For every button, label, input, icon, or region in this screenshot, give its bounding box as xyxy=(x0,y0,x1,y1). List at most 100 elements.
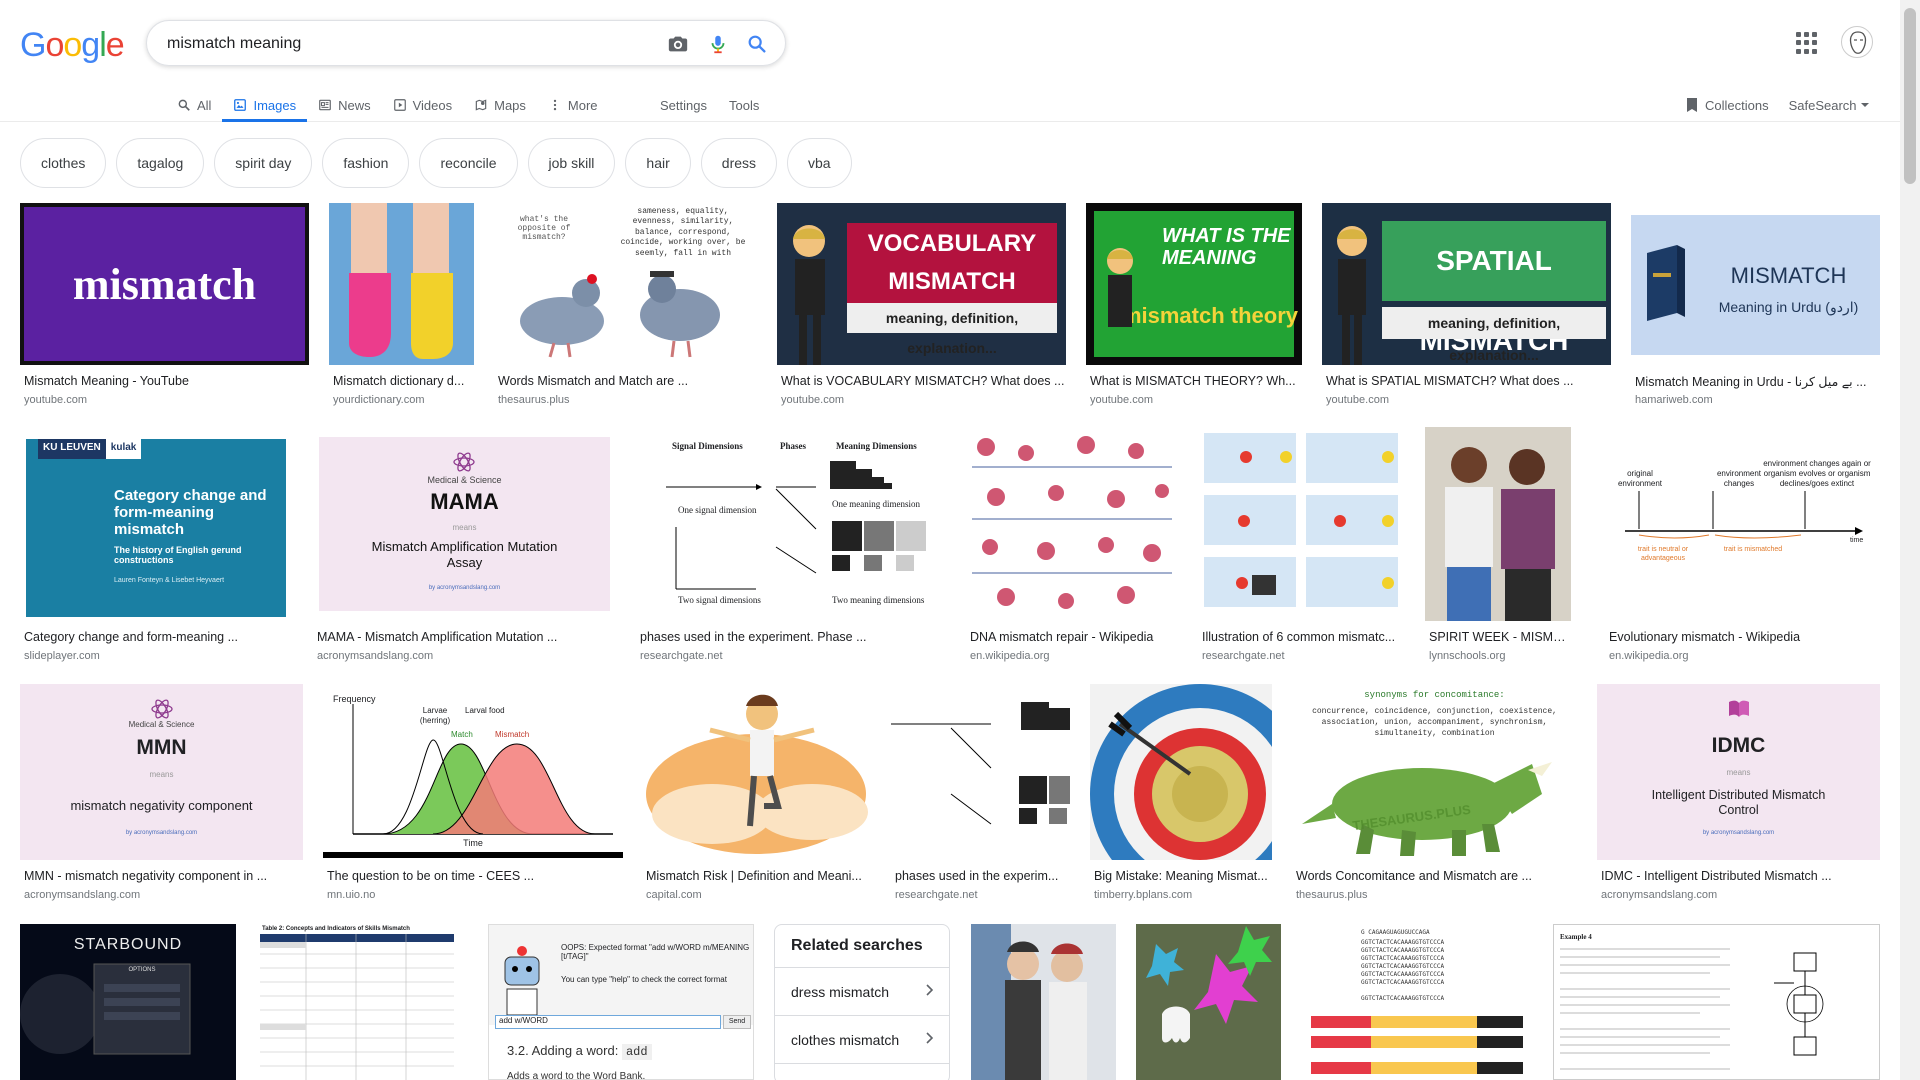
tab-maps[interactable]: Maps xyxy=(463,88,537,122)
result-caption[interactable]: Big Mistake: Meaning Mismat... xyxy=(1094,869,1272,883)
thumb-text: STARBOUND xyxy=(73,936,183,953)
result-caption[interactable]: IDMC - Intelligent Distributed Mismatch … xyxy=(1601,869,1880,883)
result-caption[interactable]: MMN - mismatch negativity component in .… xyxy=(24,869,303,883)
tab-images[interactable]: Images xyxy=(222,88,307,122)
result-caption[interactable]: Mismatch Meaning - YouTube xyxy=(24,374,309,388)
image-result[interactable]: Table 2: Concepts and Indicators of Skil… xyxy=(256,924,458,1080)
image-result[interactable]: KU LEUVEN kulak Category change and form… xyxy=(20,427,293,667)
result-caption[interactable]: Mismatch dictionary d... xyxy=(333,374,473,388)
thumb-heading: 3.2. Adding a word: xyxy=(507,1043,619,1058)
result-caption[interactable]: Words Concomitance and Mismatch are ... xyxy=(1296,869,1577,883)
image-result[interactable]: Example 4 xyxy=(1553,924,1880,1080)
search-input[interactable] xyxy=(167,33,637,55)
avatar[interactable] xyxy=(1841,26,1873,58)
search-icon[interactable] xyxy=(746,33,768,55)
image-result[interactable]: Big Mistake: Meaning Mismat... timberry.… xyxy=(1090,684,1272,904)
result-caption[interactable]: phases used in the experiment. Phase ... xyxy=(640,630,946,644)
related-search-item[interactable]: clothes mismatch xyxy=(775,1015,949,1063)
chip[interactable]: dress xyxy=(700,138,778,188)
result-source: youtube.com xyxy=(1090,394,1153,406)
chip[interactable]: vba xyxy=(787,138,852,188)
image-result[interactable]: what's the opposite of mismatch? samenes… xyxy=(494,203,757,413)
image-result[interactable]: OOPS: Expected format "add w/WORD m/MEAN… xyxy=(488,924,754,1080)
thumb-means: means xyxy=(452,523,477,532)
scrollbar-thumb[interactable] xyxy=(1904,8,1916,184)
tab-label: Images xyxy=(253,97,297,113)
tab-more[interactable]: More xyxy=(537,88,609,122)
result-caption[interactable]: Category change and form-meaning ... xyxy=(24,630,293,644)
image-result[interactable]: SPIRIT WEEK - MISMAT... lynnschools.org xyxy=(1425,427,1571,667)
refinement-chips: clothes tagalog spirit day fashion recon… xyxy=(20,138,852,188)
result-caption[interactable]: Illustration of 6 common mismatc... xyxy=(1202,630,1405,644)
image-result[interactable]: synonyms for concomitance: concurrence, … xyxy=(1292,684,1577,904)
image-result[interactable] xyxy=(971,924,1116,1080)
image-result[interactable]: Medical & Science MMN means mismatch neg… xyxy=(20,684,303,904)
image-result[interactable]: IDMC means Intelligent Distributed Misma… xyxy=(1597,684,1880,904)
image-result[interactable]: Frequency Larvae (herring) Larval food M… xyxy=(323,684,623,904)
image-result[interactable]: Medical & Science MAMA means Mismatch Am… xyxy=(313,427,616,667)
image-result[interactable]: MISMATCH Meaning in Urdu (اردو) Mismatch… xyxy=(1631,203,1880,413)
thumb-text-2: sameness, equality, evenness, similarity… xyxy=(620,207,746,258)
chip[interactable]: job skill xyxy=(527,138,616,188)
collections-button[interactable]: Collections xyxy=(1685,97,1769,113)
chip[interactable]: clothes xyxy=(20,138,107,188)
google-logo[interactable]: Google xyxy=(20,26,125,65)
chip[interactable]: tagalog xyxy=(116,138,205,188)
image-result[interactable]: DNA mismatch repair - Wikipedia en.wikip… xyxy=(966,427,1178,667)
image-result[interactable]: phases used in the experim... researchga… xyxy=(891,684,1070,904)
image-result[interactable]: SPATIAL MISMATCH meaning, definition, ex… xyxy=(1322,203,1611,413)
result-caption[interactable]: Mismatch Meaning in Urdu - بے میل کرنا .… xyxy=(1635,374,1880,389)
google-apps-icon[interactable] xyxy=(1796,32,1818,54)
tools-link[interactable]: Tools xyxy=(729,98,759,113)
image-result[interactable]: VOCABULARY MISMATCH meaning, definition,… xyxy=(777,203,1066,413)
tab-videos[interactable]: Videos xyxy=(382,88,464,122)
svg-text:GGTCTACTCACAAAGGTGTCCCA: GGTCTACTCACAAAGGTGTCCCA xyxy=(1361,971,1444,978)
result-caption[interactable]: What is MISMATCH THEORY? Wh... xyxy=(1090,374,1302,388)
thumb-text-2: The history of English gerund constructi… xyxy=(114,545,242,565)
chevron-right-icon xyxy=(926,1032,934,1044)
result-source: thesaurus.plus xyxy=(498,394,570,406)
result-caption[interactable]: What is SPATIAL MISMATCH? What does ... xyxy=(1326,374,1611,388)
image-result[interactable]: original environment environment changes… xyxy=(1605,427,1880,667)
result-caption[interactable]: Mismatch Risk | Definition and Meani... xyxy=(646,869,871,883)
image-result[interactable]: mismatch Mismatch Meaning - YouTube yout… xyxy=(20,203,309,413)
related-search-item[interactable] xyxy=(775,1063,949,1080)
thumb-text: mismatch xyxy=(72,259,257,309)
result-caption[interactable]: What is VOCABULARY MISMATCH? What does .… xyxy=(781,374,1066,388)
dartboard-illustration xyxy=(1090,684,1272,860)
students-photo xyxy=(1425,427,1571,621)
image-result[interactable]: Mismatch Risk | Definition and Meani... … xyxy=(642,684,871,904)
image-result[interactable]: STARBOUND OPTIONS xyxy=(20,924,236,1080)
chip[interactable]: reconcile xyxy=(419,138,518,188)
result-caption[interactable]: DNA mismatch repair - Wikipedia xyxy=(970,630,1178,644)
image-result[interactable]: Illustration of 6 common mismatc... rese… xyxy=(1198,427,1405,667)
safesearch-dropdown[interactable]: SafeSearch xyxy=(1789,98,1870,113)
camera-icon[interactable] xyxy=(667,33,689,55)
pigeons-illustration xyxy=(520,271,720,358)
result-caption[interactable]: MAMA - Mismatch Amplification Mutation .… xyxy=(317,630,616,644)
tab-label: News xyxy=(338,97,371,113)
logo-letter: o xyxy=(45,26,64,64)
image-result[interactable]: G CAGAAGUAGUGUCCAGA GGTCTACTCACAAAGGTGTC… xyxy=(1301,924,1533,1080)
microphone-icon[interactable] xyxy=(707,33,729,55)
tab-news[interactable]: News xyxy=(307,88,382,122)
result-caption[interactable]: phases used in the experim... xyxy=(895,869,1070,883)
tab-all[interactable]: All xyxy=(166,88,222,122)
thumb-text: Category change and form-meaning mismatc… xyxy=(114,487,267,538)
page-scrollbar[interactable] xyxy=(1900,0,1920,1080)
chip[interactable]: fashion xyxy=(322,138,410,188)
related-search-item[interactable]: dress mismatch xyxy=(775,967,949,1015)
result-caption[interactable]: SPIRIT WEEK - MISMAT... xyxy=(1429,630,1571,644)
result-caption[interactable]: Evolutionary mismatch - Wikipedia xyxy=(1609,630,1880,644)
image-result[interactable] xyxy=(1136,924,1281,1080)
chip[interactable]: hair xyxy=(625,138,691,188)
settings-link[interactable]: Settings xyxy=(660,98,707,113)
socks-illustration xyxy=(349,203,453,359)
image-result[interactable]: Signal Dimensions Phases Meaning Dimensi… xyxy=(636,427,946,667)
image-result[interactable]: WHAT IS THE MEANING mismatch theory What… xyxy=(1086,203,1302,413)
image-result[interactable]: Mismatch dictionary d... yourdictionary.… xyxy=(329,203,474,413)
thumb-text-2: You can type "help" to check the correct… xyxy=(561,975,727,984)
result-caption[interactable]: The question to be on time - CEES ... xyxy=(327,869,623,883)
result-caption[interactable]: Words Mismatch and Match are ... xyxy=(498,374,753,388)
chip[interactable]: spirit day xyxy=(214,138,313,188)
